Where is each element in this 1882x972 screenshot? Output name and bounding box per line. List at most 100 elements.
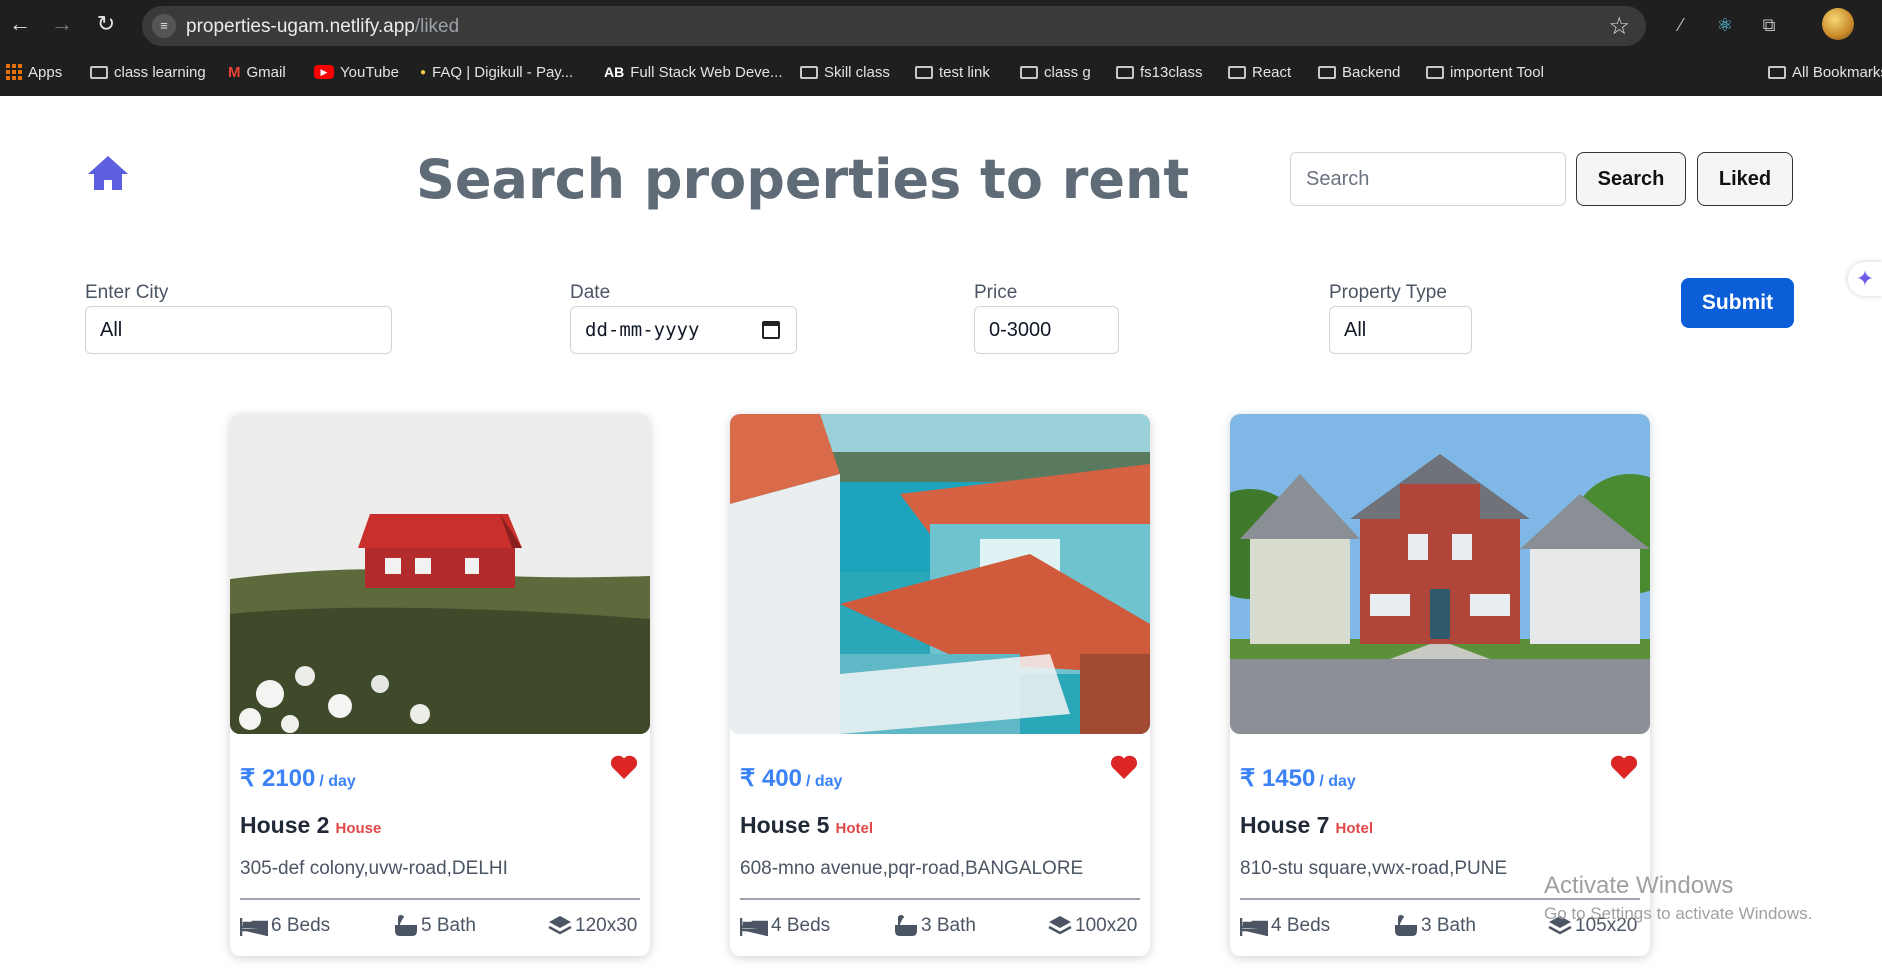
- price-input[interactable]: 0-3000: [974, 306, 1119, 354]
- bookmark-star-icon[interactable]: ☆: [1608, 12, 1630, 41]
- beds-stat: 6 Beds: [240, 912, 330, 940]
- bookmark-youtube[interactable]: ▶ YouTube: [314, 60, 399, 84]
- title-row: House 2 House: [240, 812, 381, 839]
- page-title: Search properties to rent: [416, 148, 1190, 211]
- area-stat: 120x30: [548, 912, 637, 940]
- bed-icon: [1240, 918, 1268, 936]
- bath-icon: [1395, 914, 1417, 936]
- folder-icon: [915, 65, 933, 79]
- layers-icon: [1048, 916, 1072, 935]
- bookmark-fs13class[interactable]: fs13class: [1116, 60, 1203, 84]
- price: ₹ 2100/ day: [240, 765, 356, 792]
- area-stat: 100x20: [1048, 912, 1137, 940]
- search-button[interactable]: Search: [1576, 152, 1686, 206]
- digikull-icon: ●: [420, 66, 427, 78]
- property-type-tag: House: [335, 820, 382, 837]
- folder-icon: [1318, 65, 1336, 79]
- bookmark-test-link[interactable]: test link: [915, 60, 990, 84]
- date-placeholder: dd-mm-yyyy: [585, 319, 700, 341]
- search-input[interactable]: [1290, 152, 1566, 206]
- title-row: House 5 Hotel: [740, 812, 873, 839]
- beds-stat: 4 Beds: [1240, 912, 1330, 940]
- divider: [740, 898, 1140, 900]
- bookmark-class-g[interactable]: class g: [1020, 60, 1091, 84]
- bed-icon: [740, 918, 768, 936]
- bookmark-faq-digikull[interactable]: ● FAQ | Digikull - Pay...: [420, 60, 573, 84]
- property-image: [230, 414, 650, 734]
- folder-icon: [90, 65, 108, 79]
- bookmark-class-learning[interactable]: class learning: [90, 60, 206, 84]
- property-card[interactable]: ₹ 2100/ day House 2 House 305-def colony,…: [230, 414, 650, 956]
- folder-icon: [1116, 65, 1134, 79]
- browser-chrome: ← → ↻ ≡ properties-ugam.netlify.app/like…: [0, 0, 1882, 96]
- property-name: House 7: [1240, 812, 1330, 838]
- property-type-select[interactable]: All: [1329, 306, 1472, 354]
- activate-windows-watermark: Activate Windows Go to Settings to activ…: [1544, 872, 1812, 923]
- bookmark-backend[interactable]: Backend: [1318, 60, 1400, 84]
- divider: [240, 898, 640, 900]
- layers-icon: [548, 916, 572, 935]
- liked-button[interactable]: Liked: [1697, 152, 1793, 206]
- bed-icon: [240, 918, 268, 936]
- folder-icon: [1768, 65, 1786, 79]
- date-label: Date: [570, 282, 611, 303]
- apps-grid-icon: [6, 64, 22, 80]
- property-image: [730, 414, 1150, 734]
- address: 305-def colony,uvw-road,DELHI: [240, 858, 508, 879]
- property-name: House 5: [740, 812, 830, 838]
- bookmark-full-stack[interactable]: AB Full Stack Web Deve...: [604, 60, 783, 84]
- title-row: House 7 Hotel: [1240, 812, 1373, 839]
- price: ₹ 1450/ day: [1240, 765, 1356, 792]
- bath-icon: [395, 914, 417, 936]
- liked-heart-icon[interactable]: [1610, 754, 1638, 780]
- liked-heart-icon[interactable]: [610, 754, 638, 780]
- site-info-icon[interactable]: ≡: [152, 14, 176, 38]
- bath-stat: 5 Bath: [394, 912, 476, 940]
- price: ₹ 400/ day: [740, 765, 843, 792]
- back-icon[interactable]: ←: [4, 8, 36, 40]
- calendar-icon[interactable]: [762, 321, 780, 339]
- price-label: Price: [974, 282, 1018, 303]
- address: 608-mno avenue,pqr-road,BANGALORE: [740, 858, 1084, 879]
- property-name: House 2: [240, 812, 330, 838]
- extensions-icon[interactable]: ⧉: [1756, 12, 1782, 38]
- submit-button[interactable]: Submit: [1681, 278, 1794, 328]
- bath-stat: 3 Bath: [894, 912, 976, 940]
- bath-icon: [895, 914, 917, 936]
- liked-heart-icon[interactable]: [1110, 754, 1138, 780]
- property-type-tag: Hotel: [1335, 820, 1373, 837]
- bath-stat: 3 Bath: [1394, 912, 1476, 940]
- property-type-label: Property Type: [1329, 282, 1447, 303]
- bookmark-all-bookmarks[interactable]: All Bookmarks: [1768, 60, 1882, 84]
- property-card[interactable]: ₹ 400/ day House 5 Hotel 608-mno avenue,p…: [730, 414, 1150, 956]
- bookmark-gmail[interactable]: M Gmail: [228, 60, 286, 84]
- watermark-subtitle: Go to Settings to activate Windows.: [1544, 904, 1813, 923]
- bookmark-importent-tool[interactable]: importent Tool: [1426, 60, 1544, 84]
- folder-icon: [1426, 65, 1444, 79]
- ab-icon: AB: [604, 64, 625, 80]
- forward-icon[interactable]: →: [46, 8, 78, 40]
- pen-extension-icon[interactable]: ⁄: [1668, 12, 1694, 38]
- folder-icon: [800, 65, 818, 79]
- address-bar[interactable]: ≡ properties-ugam.netlify.app/liked ☆: [142, 6, 1646, 46]
- sparkle-assistant-icon[interactable]: ✦: [1848, 262, 1882, 296]
- property-image: [1230, 414, 1650, 734]
- react-devtools-icon[interactable]: ⚛: [1712, 12, 1738, 38]
- bookmark-apps[interactable]: Apps: [6, 60, 62, 84]
- bookmarks-bar: Apps class learning M Gmail ▶ YouTube ● FAQ…: [0, 56, 1882, 88]
- profile-avatar[interactable]: [1822, 8, 1854, 40]
- bookmark-skill-class[interactable]: Skill class: [800, 60, 890, 84]
- url-text[interactable]: properties-ugam.netlify.app/liked: [186, 16, 459, 38]
- youtube-icon: ▶: [314, 65, 334, 79]
- date-input[interactable]: dd-mm-yyyy: [570, 306, 797, 354]
- address: 810-stu square,vwx-road,PUNE: [1240, 858, 1508, 879]
- watermark-title: Activate Windows: [1544, 872, 1734, 899]
- beds-stat: 4 Beds: [740, 912, 830, 940]
- reload-icon[interactable]: ↻: [90, 8, 122, 40]
- property-type-tag: Hotel: [835, 820, 873, 837]
- gmail-icon: M: [228, 63, 241, 81]
- bookmark-react[interactable]: React: [1228, 60, 1291, 84]
- city-input[interactable]: All: [85, 306, 392, 354]
- home-icon[interactable]: [86, 154, 130, 192]
- city-label: Enter City: [85, 282, 169, 303]
